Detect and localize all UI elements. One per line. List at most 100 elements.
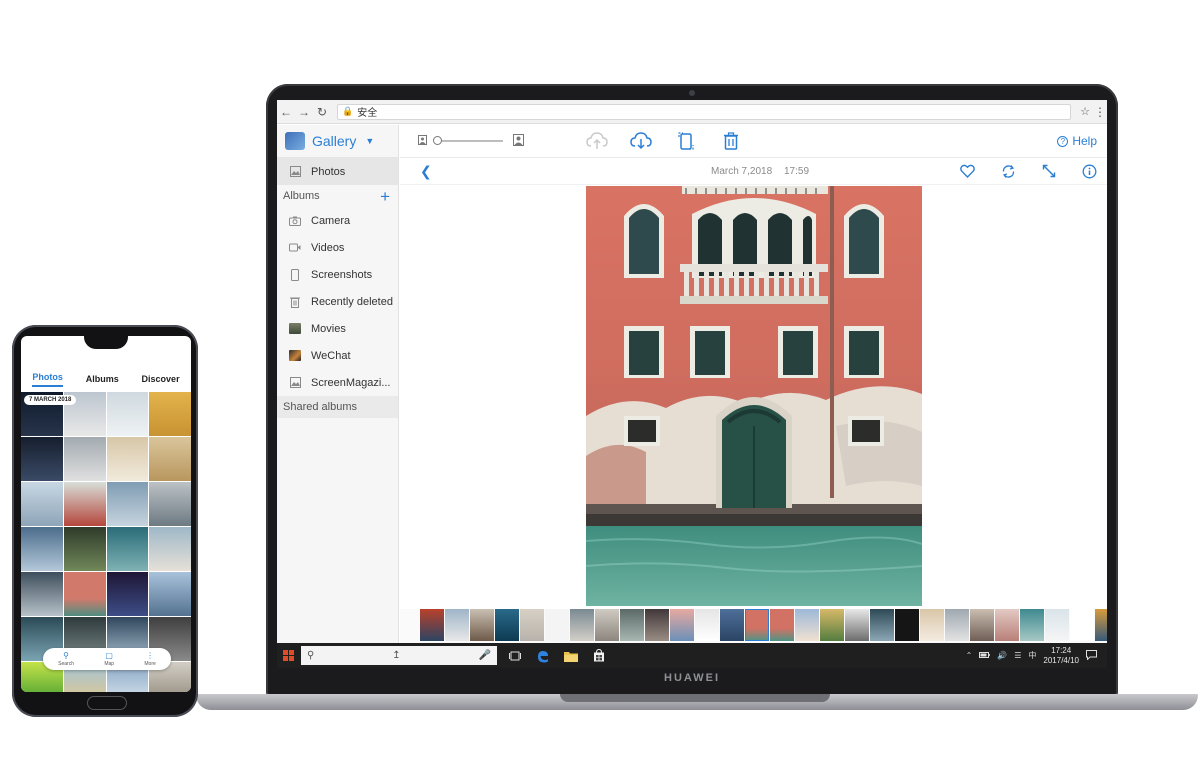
filmstrip-thumbnail[interactable]: [970, 609, 994, 641]
filmstrip-thumbnail[interactable]: [995, 609, 1019, 641]
sidebar-item-photos[interactable]: Photos: [277, 158, 398, 185]
sidebar-item-shared-albums[interactable]: Shared albums: [277, 396, 398, 418]
file-explorer-icon[interactable]: [557, 643, 585, 668]
filmstrip-thumbnail[interactable]: [770, 609, 794, 641]
main-photo[interactable]: [586, 186, 922, 606]
sidebar-item-screenshots[interactable]: Screenshots: [277, 261, 398, 288]
phone-photo-thumb[interactable]: [63, 572, 106, 616]
filmstrip-thumbnail[interactable]: [420, 609, 444, 641]
phone-photo-thumb[interactable]: [149, 392, 191, 436]
phone-photo-thumb[interactable]: [106, 572, 149, 616]
chevron-up-icon[interactable]: ⌃: [966, 651, 973, 660]
phone-photo-thumb[interactable]: [106, 392, 149, 436]
filmstrip-thumbnail[interactable]: [520, 609, 544, 641]
phone-home-button[interactable]: [87, 696, 127, 710]
phone-photo-thumb[interactable]: [106, 437, 149, 481]
phone-photo-thumb[interactable]: [63, 482, 106, 526]
phone-tab-photos[interactable]: Photos: [32, 372, 63, 387]
bookmark-star-icon[interactable]: ☆: [1077, 105, 1093, 118]
filmstrip-thumbnail-selected[interactable]: [745, 609, 769, 641]
phone-nav-more[interactable]: ⋮ More: [144, 651, 155, 667]
delete-trash-icon[interactable]: [720, 130, 742, 152]
phone-photo-thumb[interactable]: [63, 527, 106, 571]
filmstrip-thumbnail[interactable]: [1070, 609, 1094, 641]
upload-cloud-icon[interactable]: [586, 130, 608, 152]
filmstrip-thumbnail[interactable]: [1045, 609, 1069, 641]
slider-track[interactable]: [433, 136, 503, 145]
reload-icon[interactable]: ↻: [313, 105, 331, 119]
phone-photo-grid: [21, 392, 191, 692]
filmstrip-thumbnail[interactable]: [1020, 609, 1044, 641]
filmstrip-thumbnail[interactable]: [720, 609, 744, 641]
info-icon[interactable]: [1082, 164, 1097, 184]
chevron-left-icon[interactable]: ❮: [420, 163, 432, 180]
forward-arrow-icon[interactable]: →: [295, 105, 313, 119]
phone-tab-discover[interactable]: Discover: [142, 374, 180, 384]
help-link[interactable]: ? Help: [1057, 134, 1097, 148]
phone-photo-thumb[interactable]: [106, 482, 149, 526]
back-arrow-icon[interactable]: ←: [277, 105, 295, 119]
filmstrip-thumbnail[interactable]: [595, 609, 619, 641]
phone-photo-thumb[interactable]: [21, 437, 63, 481]
address-bar[interactable]: 🔒 安全: [337, 103, 1071, 120]
download-cloud-icon[interactable]: [630, 130, 652, 152]
language-icon[interactable]: 中: [1028, 650, 1036, 661]
filmstrip-thumbnail[interactable]: [495, 609, 519, 641]
more-menu-icon[interactable]: ⋮: [1093, 105, 1107, 119]
filmstrip-thumbnail[interactable]: [545, 609, 569, 641]
phone-nav-map[interactable]: ▢ Map: [104, 651, 114, 667]
battery-icon[interactable]: [979, 651, 991, 660]
thumbnail-size-slider[interactable]: [418, 134, 524, 148]
task-view-icon[interactable]: [501, 643, 529, 668]
filmstrip-thumbnail[interactable]: [820, 609, 844, 641]
taskbar-search-box[interactable]: ⚲ ↥ 🎤: [301, 646, 497, 665]
filmstrip-thumbnail[interactable]: [1095, 609, 1107, 641]
gallery-switcher[interactable]: Gallery ▼: [277, 125, 398, 158]
sidebar-item-wechat[interactable]: WeChat: [277, 342, 398, 369]
search-icon: ⚲: [63, 650, 69, 660]
phone-photo-thumb[interactable]: [149, 482, 191, 526]
phone-photo-thumb[interactable]: [149, 437, 191, 481]
slider-knob[interactable]: [433, 136, 442, 145]
favorite-heart-icon[interactable]: [960, 164, 975, 183]
phone-nav-search[interactable]: ⚲ Search: [58, 650, 74, 667]
phone-photo-thumb[interactable]: [149, 572, 191, 616]
rotate-icon[interactable]: [1001, 164, 1016, 184]
filmstrip-thumbnail[interactable]: [570, 609, 594, 641]
phone-photo-thumb[interactable]: [63, 437, 106, 481]
phone-photo-thumb[interactable]: [21, 527, 63, 571]
copy-to-device-icon[interactable]: [675, 130, 697, 152]
phone-photo-thumb[interactable]: [21, 482, 63, 526]
phone-photo-thumb[interactable]: [106, 527, 149, 571]
fullscreen-icon[interactable]: [1042, 164, 1056, 183]
sidebar-item-camera[interactable]: Camera: [277, 207, 398, 234]
filmstrip-thumbnail[interactable]: [920, 609, 944, 641]
microphone-icon[interactable]: 🎤: [479, 650, 491, 661]
filmstrip-thumbnail[interactable]: [670, 609, 694, 641]
sidebar-item-screenmagazine[interactable]: ScreenMagazi...: [277, 369, 398, 396]
add-album-icon[interactable]: +: [380, 188, 390, 205]
wifi-icon[interactable]: ☰: [1014, 651, 1021, 660]
filmstrip-thumbnail[interactable]: [845, 609, 869, 641]
phone-photo-thumb[interactable]: [149, 527, 191, 571]
filmstrip-thumbnail[interactable]: [695, 609, 719, 641]
phone-tab-albums[interactable]: Albums: [86, 374, 119, 384]
sidebar-item-movies[interactable]: Movies: [277, 315, 398, 342]
filmstrip-thumbnail[interactable]: [795, 609, 819, 641]
volume-icon[interactable]: 🔊: [997, 651, 1007, 660]
filmstrip-thumbnail[interactable]: [895, 609, 919, 641]
phone-photo-thumb[interactable]: [21, 572, 63, 616]
filmstrip-thumbnail[interactable]: [870, 609, 894, 641]
start-windows-icon[interactable]: [277, 643, 299, 668]
filmstrip-thumbnail[interactable]: [470, 609, 494, 641]
store-icon[interactable]: [585, 643, 613, 668]
taskbar-clock[interactable]: 17:24 2017/4/10: [1043, 646, 1079, 666]
filmstrip-thumbnail[interactable]: [645, 609, 669, 641]
sidebar-item-videos[interactable]: Videos: [277, 234, 398, 261]
edge-browser-icon[interactable]: [529, 643, 557, 668]
filmstrip-thumbnail[interactable]: [445, 609, 469, 641]
filmstrip-thumbnail[interactable]: [945, 609, 969, 641]
sidebar-item-recently-deleted[interactable]: Recently deleted: [277, 288, 398, 315]
filmstrip-thumbnail[interactable]: [620, 609, 644, 641]
notification-icon[interactable]: [1086, 649, 1097, 662]
